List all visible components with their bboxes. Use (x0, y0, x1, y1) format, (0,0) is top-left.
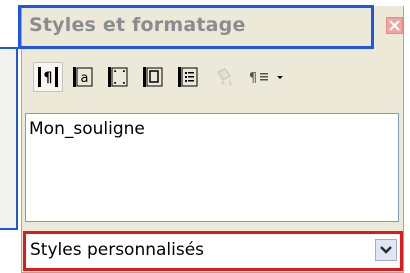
background-panel-edge (0, 47, 18, 230)
svg-text:¶: ¶ (249, 71, 257, 86)
page-styles-icon (143, 67, 163, 87)
character-styles-icon: a (73, 67, 93, 87)
character-styles-button[interactable]: a (68, 62, 98, 92)
new-style-from-selection-icon: ¶ (249, 71, 283, 86)
frame-styles-button[interactable] (103, 62, 133, 92)
paragraph-styles-icon: ¶ (38, 67, 58, 87)
frame-styles-icon (108, 67, 128, 87)
chevron-down-icon (380, 246, 392, 254)
fill-format-mode-button[interactable] (208, 62, 238, 92)
page-styles-button[interactable] (138, 62, 168, 92)
style-filter-dropdown[interactable]: Styles personnalisés (23, 231, 403, 271)
fill-format-mode-icon (217, 68, 232, 86)
title-highlight-box (18, 5, 374, 49)
styles-list[interactable]: Mon_souligne (25, 113, 399, 222)
list-styles-button[interactable] (173, 62, 203, 92)
style-filter-value: Styles personnalisés (30, 240, 205, 260)
close-button[interactable] (386, 17, 403, 34)
new-style-menu-button[interactable]: ¶ (244, 62, 288, 92)
paragraph-styles-button[interactable]: ¶ (33, 62, 63, 92)
close-icon (389, 20, 400, 31)
svg-text:a: a (81, 71, 89, 86)
style-list-item[interactable]: Mon_souligne (29, 119, 145, 139)
style-category-toolbar: ¶ a ¶ (22, 57, 403, 107)
svg-text:¶: ¶ (44, 70, 53, 86)
dropdown-button[interactable] (375, 239, 397, 261)
styles-formatting-window: Styles et formatage ¶ a ¶ Mon_souligne S… (18, 5, 404, 273)
list-styles-icon (178, 67, 198, 87)
